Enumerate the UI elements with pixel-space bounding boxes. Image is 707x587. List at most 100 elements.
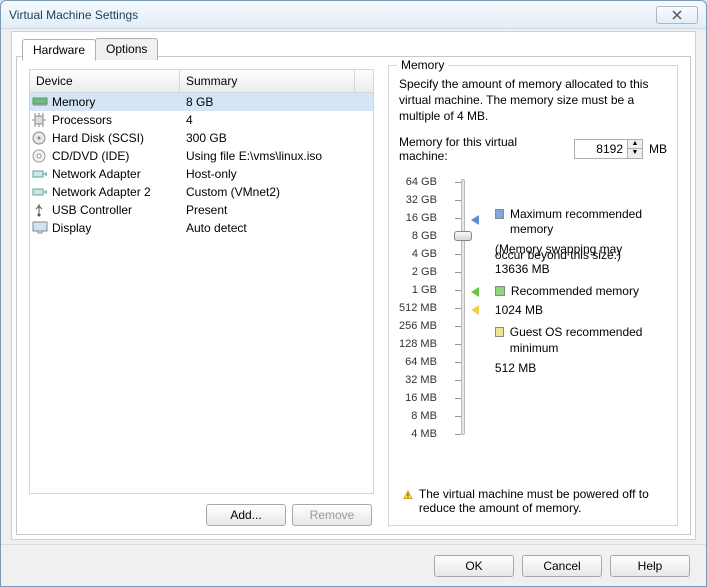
table-row[interactable]: DisplayAuto detect: [30, 219, 373, 237]
table-row[interactable]: Memory8 GB: [30, 93, 373, 111]
legend-max-swatch: [495, 209, 504, 219]
cancel-button[interactable]: Cancel: [522, 555, 602, 577]
col-device[interactable]: Device: [30, 70, 180, 92]
tab-options[interactable]: Options: [95, 38, 158, 60]
device-summary: Using file E:\vms\linux.iso: [182, 149, 371, 163]
tick-mark: [455, 218, 461, 219]
tick-mark: [455, 254, 461, 255]
tick-mark: [455, 308, 461, 309]
device-summary: 8 GB: [182, 95, 371, 109]
table-row[interactable]: Network AdapterHost-only: [30, 165, 373, 183]
memory-icon: [32, 96, 50, 108]
memory-group-label: Memory: [397, 58, 448, 72]
memory-slider-area: 64 GB32 GB16 GB8 GB4 GB2 GB1 GB512 MB256…: [399, 173, 667, 443]
close-button[interactable]: [656, 6, 698, 24]
memory-slider[interactable]: [461, 179, 465, 435]
tick-label: 512 MB: [399, 299, 441, 317]
device-summary: 4: [182, 113, 371, 127]
memory-group: Memory Specify the amount of memory allo…: [388, 65, 678, 526]
tick-label: 32 GB: [406, 191, 441, 209]
legend-min-label: Guest OS recommended minimum: [510, 325, 667, 356]
table-row[interactable]: Hard Disk (SCSI)300 GB: [30, 129, 373, 147]
dialog-body: Hardware Options Device Summary Memory8 …: [11, 31, 696, 540]
memory-desc: Specify the amount of memory allocated t…: [399, 76, 667, 125]
table-row[interactable]: Processors4: [30, 111, 373, 129]
device-name: Display: [50, 221, 182, 235]
disk-icon: [32, 131, 50, 145]
legend-rec-label: Recommended memory: [511, 284, 639, 300]
tick-label: 16 GB: [406, 209, 441, 227]
spin-up-icon[interactable]: ▲: [628, 140, 642, 149]
device-table: Device Summary Memory8 GBProcessors4Hard…: [29, 69, 374, 494]
col-spacer: [355, 70, 373, 92]
device-list-pane: Device Summary Memory8 GBProcessors4Hard…: [17, 57, 382, 534]
tick-label: 2 GB: [412, 263, 441, 281]
tick-mark: [455, 272, 461, 273]
tabs: Hardware Options: [22, 38, 157, 60]
device-summary: Present: [182, 203, 371, 217]
tick-label: 32 MB: [405, 371, 441, 389]
marker-recommended-icon: [471, 287, 479, 297]
warning-icon: [403, 487, 413, 503]
memory-field-row: Memory for this virtual machine: ▲ ▼ MB: [399, 135, 667, 163]
device-summary: Custom (VMnet2): [182, 185, 371, 199]
device-name: Memory: [50, 95, 182, 109]
tick-label: 4 MB: [411, 425, 441, 443]
dialog-footer: OK Cancel Help: [1, 544, 706, 586]
memory-warning: The virtual machine must be powered off …: [403, 487, 663, 515]
usb-icon: [32, 203, 50, 217]
tick-mark: [455, 182, 461, 183]
tick-label: 64 GB: [406, 173, 441, 191]
marker-min-icon: [471, 305, 479, 315]
device-buttons: Add... Remove: [29, 494, 374, 526]
tick-label: 16 MB: [405, 389, 441, 407]
close-icon: [672, 10, 682, 20]
window-title: Virtual Machine Settings: [9, 8, 138, 22]
device-summary: Auto detect: [182, 221, 371, 235]
device-detail-pane: Memory Specify the amount of memory allo…: [382, 57, 690, 534]
table-row[interactable]: CD/DVD (IDE)Using file E:\vms\linux.iso: [30, 147, 373, 165]
slider-tick-labels: 64 GB32 GB16 GB8 GB4 GB2 GB1 GB512 MB256…: [399, 173, 441, 443]
device-name: CD/DVD (IDE): [50, 149, 182, 163]
slider-legend: Maximum recommended memory (Memory swapp…: [495, 173, 667, 443]
tick-mark: [455, 380, 461, 381]
legend-min-swatch: [495, 327, 504, 337]
device-name: Network Adapter 2: [50, 185, 182, 199]
tick-label: 128 MB: [399, 335, 441, 353]
col-summary[interactable]: Summary: [180, 70, 355, 92]
tab-panel-hardware: Device Summary Memory8 GBProcessors4Hard…: [16, 56, 691, 535]
tick-mark: [455, 362, 461, 363]
marker-max-icon: [471, 215, 479, 225]
device-table-header: Device Summary: [30, 70, 373, 93]
slider-track-col: [451, 173, 485, 443]
slider-thumb[interactable]: [454, 231, 472, 241]
table-row[interactable]: USB ControllerPresent: [30, 201, 373, 219]
memory-spinner[interactable]: ▲ ▼: [574, 139, 643, 159]
spin-down-icon[interactable]: ▼: [628, 149, 642, 158]
help-button[interactable]: Help: [610, 555, 690, 577]
cd-icon: [32, 149, 50, 163]
legend-max-note2: occur beyond this size.): [495, 248, 667, 262]
vm-settings-window: Virtual Machine Settings Hardware Option…: [0, 0, 707, 587]
tab-hardware[interactable]: Hardware: [22, 39, 96, 61]
memory-field-label: Memory for this virtual machine:: [399, 135, 562, 163]
tick-label: 4 GB: [412, 245, 441, 263]
net-icon: [32, 186, 50, 198]
tick-mark: [455, 416, 461, 417]
legend-max-label: Maximum recommended memory: [510, 207, 667, 238]
remove-button[interactable]: Remove: [292, 504, 372, 526]
device-name: USB Controller: [50, 203, 182, 217]
tick-label: 256 MB: [399, 317, 441, 335]
tick-label: 8 GB: [412, 227, 441, 245]
ok-button[interactable]: OK: [434, 555, 514, 577]
display-icon: [32, 221, 50, 235]
device-summary: Host-only: [182, 167, 371, 181]
memory-unit: MB: [649, 142, 667, 156]
add-button[interactable]: Add...: [206, 504, 286, 526]
tick-mark: [455, 434, 461, 435]
table-row[interactable]: Network Adapter 2Custom (VMnet2): [30, 183, 373, 201]
memory-input[interactable]: [575, 140, 627, 158]
tick-mark: [455, 200, 461, 201]
device-summary: 300 GB: [182, 131, 371, 145]
device-name: Processors: [50, 113, 182, 127]
